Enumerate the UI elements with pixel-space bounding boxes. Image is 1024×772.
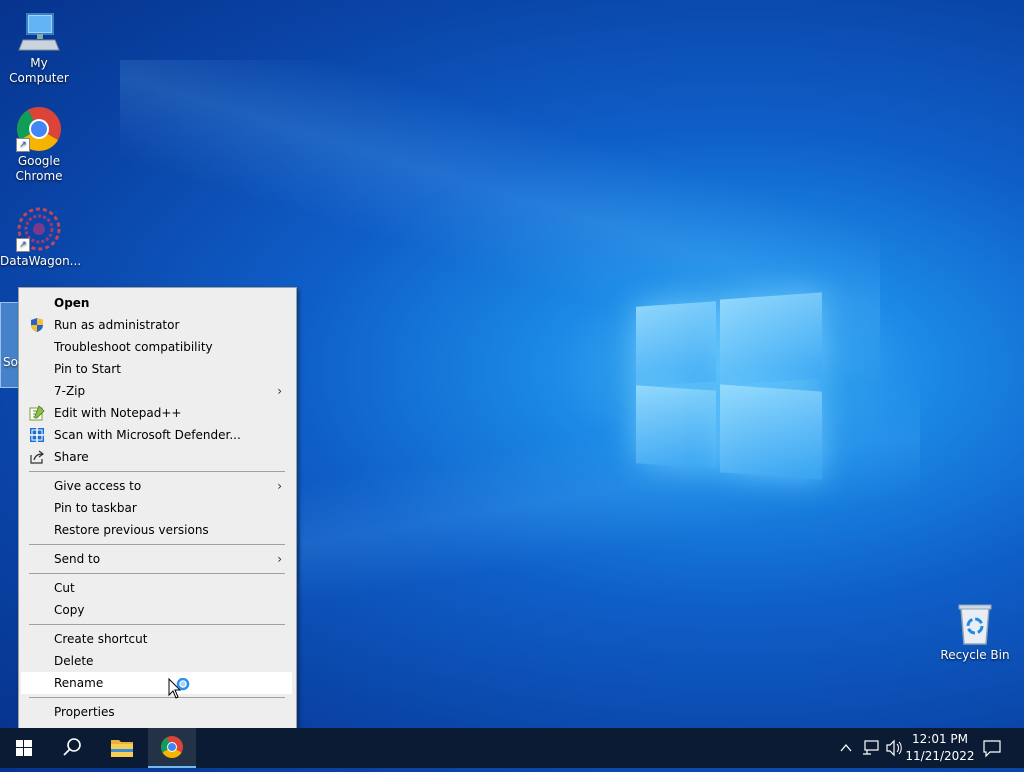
chevron-right-icon: › bbox=[277, 479, 282, 493]
computer-icon bbox=[17, 10, 61, 54]
desktop-icon-datawagon[interactable]: ↗ DataWagon... bbox=[0, 206, 82, 269]
desktop-icon-google-chrome[interactable]: ↗ Google Chrome bbox=[0, 106, 78, 184]
shortcut-arrow-icon: ↗ bbox=[16, 138, 30, 152]
chevron-right-icon: › bbox=[277, 384, 282, 398]
menu-item-copy[interactable]: Copy bbox=[21, 599, 292, 621]
menu-item-run-as-administrator[interactable]: Run as administrator bbox=[21, 314, 292, 336]
menu-item-7zip[interactable]: 7-Zip › bbox=[21, 380, 292, 402]
menu-item-give-access-to[interactable]: Give access to › bbox=[21, 475, 292, 497]
menu-item-open[interactable]: Open bbox=[21, 292, 292, 314]
shortcut-arrow-icon: ↗ bbox=[16, 238, 30, 252]
chrome-icon: ↗ bbox=[16, 106, 62, 152]
menu-item-scan-with-defender[interactable]: Scan with Microsoft Defender... bbox=[21, 424, 292, 446]
menu-separator bbox=[29, 624, 285, 625]
chevron-up-icon bbox=[840, 743, 852, 752]
mouse-cursor bbox=[168, 677, 198, 702]
volume-button[interactable] bbox=[884, 728, 904, 768]
menu-item-edit-with-notepadpp[interactable]: Edit with Notepad++ bbox=[21, 402, 292, 424]
file-explorer-button[interactable] bbox=[98, 728, 146, 768]
desktop-icon-label: My Computer bbox=[9, 56, 69, 85]
menu-item-rename[interactable]: Rename bbox=[21, 672, 292, 694]
show-hidden-icons-button[interactable] bbox=[836, 728, 856, 768]
start-button[interactable] bbox=[0, 728, 48, 768]
speaker-icon bbox=[886, 739, 902, 757]
menu-item-cut[interactable]: Cut bbox=[21, 577, 292, 599]
menu-item-troubleshoot-compatibility[interactable]: Troubleshoot compatibility bbox=[21, 336, 292, 358]
menu-item-create-shortcut[interactable]: Create shortcut bbox=[21, 628, 292, 650]
taskbar: 12:01 PM 11/21/2022 bbox=[0, 728, 1024, 768]
menu-item-properties[interactable]: Properties bbox=[21, 701, 292, 723]
desktop-icon-label: DataWagon... bbox=[0, 254, 82, 268]
search-button[interactable] bbox=[48, 728, 96, 768]
menu-separator bbox=[29, 544, 285, 545]
menu-item-pin-to-start[interactable]: Pin to Start bbox=[21, 358, 292, 380]
notification-icon bbox=[983, 740, 1001, 758]
clock-date: 11/21/2022 bbox=[905, 749, 975, 763]
network-icon bbox=[863, 740, 879, 755]
defender-icon bbox=[29, 427, 45, 443]
recycle-bin-icon bbox=[955, 602, 995, 646]
taskbar-clock[interactable]: 12:01 PM 11/21/2022 bbox=[905, 731, 975, 765]
menu-item-send-to[interactable]: Send to › bbox=[21, 548, 292, 570]
chrome-taskbar-button[interactable] bbox=[148, 728, 196, 768]
menu-item-restore-previous-versions[interactable]: Restore previous versions bbox=[21, 519, 292, 541]
menu-separator bbox=[29, 573, 285, 574]
clock-time: 12:01 PM bbox=[912, 732, 968, 746]
uac-shield-icon bbox=[29, 317, 45, 333]
search-icon bbox=[63, 738, 81, 756]
desktop-icon-recycle-bin[interactable]: Recycle Bin bbox=[936, 602, 1014, 663]
action-center-button[interactable] bbox=[980, 728, 1004, 768]
wallpaper-light-beam bbox=[300, 360, 920, 660]
desktop-icon-label: Recycle Bin bbox=[940, 648, 1010, 662]
desktop-icon-label: Google Chrome bbox=[15, 154, 63, 183]
menu-separator bbox=[29, 697, 285, 698]
menu-separator bbox=[29, 471, 285, 472]
chrome-icon bbox=[161, 736, 183, 758]
desktop-icon-my-computer[interactable]: My Computer bbox=[0, 10, 78, 86]
chevron-right-icon: › bbox=[277, 552, 282, 566]
share-icon bbox=[29, 449, 45, 465]
menu-item-delete[interactable]: Delete bbox=[21, 650, 292, 672]
network-button[interactable] bbox=[860, 728, 882, 768]
folder-icon bbox=[111, 740, 133, 757]
context-menu: Open Run as administrator Troubleshoot c… bbox=[18, 287, 297, 729]
notepadpp-icon bbox=[29, 405, 45, 421]
windows-wallpaper-logo bbox=[636, 290, 822, 480]
datawagon-icon: ↗ bbox=[16, 206, 62, 252]
menu-item-pin-to-taskbar[interactable]: Pin to taskbar bbox=[21, 497, 292, 519]
menu-item-share[interactable]: Share bbox=[21, 446, 292, 468]
windows-start-icon bbox=[16, 740, 32, 756]
